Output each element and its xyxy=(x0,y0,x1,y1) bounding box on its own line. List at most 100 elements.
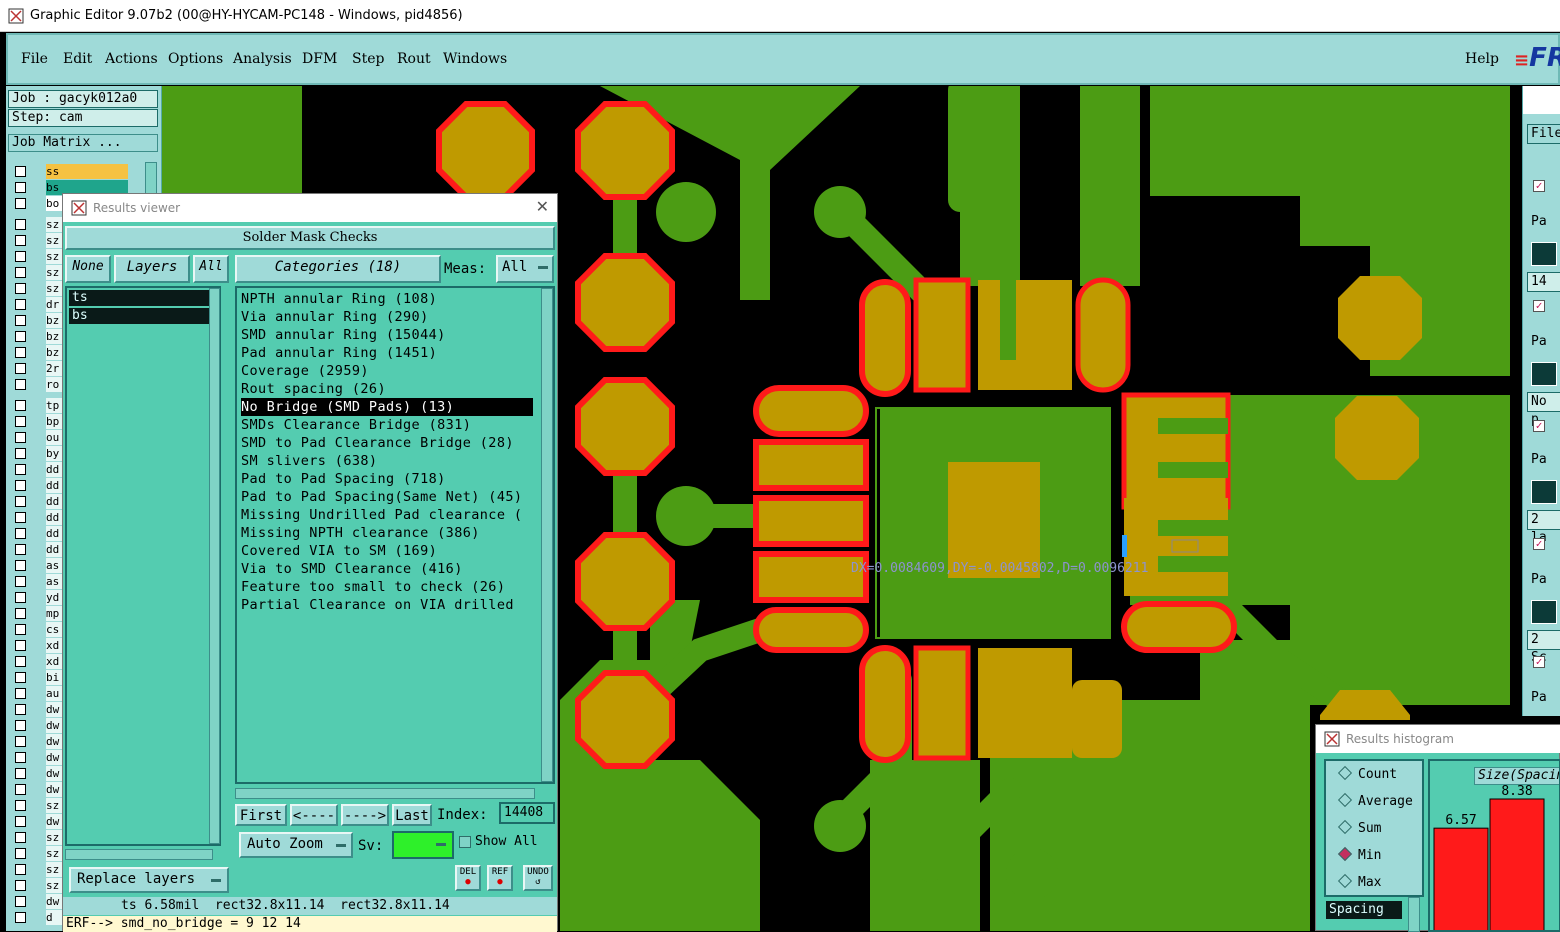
layer-checkbox[interactable] xyxy=(15,784,26,795)
category-item[interactable]: SMD to Pad Clearance Bridge (28) xyxy=(241,434,514,452)
category-item[interactable]: Feature too small to check (26) xyxy=(241,578,505,596)
category-item[interactable]: Via to SMD Clearance (416) xyxy=(241,560,463,578)
category-item[interactable]: SMDs Clearance Bridge (831) xyxy=(241,416,471,434)
menu-rout[interactable]: Rout xyxy=(397,51,431,67)
right-panel-field[interactable]: 14 xyxy=(1527,272,1560,292)
layer-checkbox[interactable] xyxy=(15,800,26,811)
del-button[interactable]: DEL ● xyxy=(455,865,481,891)
layer-checkbox[interactable] xyxy=(15,896,26,907)
menu-analysis[interactable]: Analysis xyxy=(233,51,292,67)
layer-checkbox[interactable] xyxy=(15,219,26,230)
layer-checkbox[interactable] xyxy=(15,816,26,827)
layer-checkbox[interactable] xyxy=(15,299,26,310)
meas-select[interactable]: All xyxy=(496,255,554,283)
layer-checkbox[interactable] xyxy=(15,166,26,177)
none-button[interactable]: None xyxy=(65,255,111,283)
menu-options[interactable]: Options xyxy=(168,51,223,67)
layer-checkbox[interactable] xyxy=(15,251,26,262)
menu-edit[interactable]: Edit xyxy=(63,51,92,67)
category-item[interactable]: Via annular Ring (290) xyxy=(241,308,429,326)
check-icon[interactable]: ✓ xyxy=(1533,420,1545,432)
layer-item-ts[interactable]: ts xyxy=(69,290,209,306)
layer-checkbox[interactable] xyxy=(15,496,26,507)
layer-checkbox[interactable] xyxy=(15,267,26,278)
right-panel-field[interactable]: No p xyxy=(1527,392,1560,427)
close-icon[interactable]: ✕ xyxy=(536,197,549,216)
radio-min[interactable]: Min xyxy=(1337,846,1381,863)
category-item[interactable]: Missing Undrilled Pad clearance ( xyxy=(241,506,522,524)
runner-icon[interactable] xyxy=(1531,362,1557,386)
layer-checkbox[interactable] xyxy=(15,592,26,603)
job-matrix-button[interactable]: Job Matrix ... xyxy=(8,134,158,152)
layer-checkbox[interactable] xyxy=(15,832,26,843)
layer-checkbox[interactable] xyxy=(15,752,26,763)
layer-checkbox[interactable] xyxy=(15,363,26,374)
layer-checkbox[interactable] xyxy=(15,848,26,859)
categories-hscrollbar[interactable] xyxy=(235,788,535,799)
radio-average[interactable]: Average xyxy=(1337,792,1413,809)
histogram-scrollbar[interactable] xyxy=(1408,897,1420,932)
layer-checkbox[interactable] xyxy=(15,182,26,193)
runner-icon[interactable] xyxy=(1531,242,1557,266)
layer-checkbox[interactable] xyxy=(15,656,26,667)
menu-actions[interactable]: Actions xyxy=(105,51,158,67)
layers-button[interactable]: Layers xyxy=(114,255,190,283)
layer-checkbox[interactable] xyxy=(15,544,26,555)
layer-checkbox[interactable] xyxy=(15,416,26,427)
runner-icon[interactable] xyxy=(1531,480,1557,504)
category-item[interactable]: Missing NPTH clearance (386) xyxy=(241,524,480,542)
menu-step[interactable]: Step xyxy=(352,51,384,67)
layers-hscrollbar[interactable] xyxy=(65,849,213,860)
layer-checkbox[interactable] xyxy=(15,432,26,443)
category-item[interactable]: NPTH annular Ring (108) xyxy=(241,290,437,308)
layer-checkbox[interactable] xyxy=(15,235,26,246)
layer-checkbox[interactable] xyxy=(15,480,26,491)
categories-button[interactable]: Categories (18) xyxy=(235,255,441,283)
radio-count[interactable]: Count xyxy=(1337,765,1397,782)
layer-checkbox[interactable] xyxy=(15,448,26,459)
right-file-menu[interactable]: File xyxy=(1527,124,1560,144)
layer-checkbox[interactable] xyxy=(15,704,26,715)
layer-checkbox[interactable] xyxy=(15,672,26,683)
next-button[interactable]: ----> xyxy=(341,804,389,826)
right-panel-field[interactable]: 2 la xyxy=(1527,510,1560,545)
category-item[interactable]: Pad annular Ring (1451) xyxy=(241,344,437,362)
layer-checkbox[interactable] xyxy=(15,688,26,699)
layer-checkbox[interactable] xyxy=(15,331,26,342)
right-panel-field[interactable]: 2 Sc xyxy=(1527,630,1560,665)
layer-row[interactable]: ss xyxy=(12,164,132,180)
category-item[interactable]: Coverage (2959) xyxy=(241,362,369,380)
layer-checkbox[interactable] xyxy=(15,315,26,326)
replace-layers-select[interactable]: Replace layers xyxy=(69,867,229,893)
auto-zoom-select[interactable]: Auto Zoom xyxy=(239,832,353,858)
layer-item-bs[interactable]: bs xyxy=(69,308,209,324)
category-item[interactable]: Covered VIA to SM (169) xyxy=(241,542,437,560)
layer-checkbox[interactable] xyxy=(15,736,26,747)
sv-color-select[interactable] xyxy=(392,831,454,859)
category-item[interactable]: Partial Clearance on VIA drilled xyxy=(241,596,514,614)
layer-checkbox[interactable] xyxy=(15,768,26,779)
last-button[interactable]: Last xyxy=(392,804,432,826)
menu-file[interactable]: File xyxy=(21,51,48,67)
layer-checkbox[interactable] xyxy=(15,528,26,539)
category-item[interactable]: Pad to Pad Spacing (718) xyxy=(241,470,446,488)
categories-scrollbar[interactable] xyxy=(541,288,553,782)
layer-checkbox[interactable] xyxy=(15,864,26,875)
layer-checkbox[interactable] xyxy=(15,608,26,619)
layer-checkbox[interactable] xyxy=(15,347,26,358)
index-input[interactable]: 14408 xyxy=(499,802,555,824)
layer-checkbox[interactable] xyxy=(15,640,26,651)
check-icon[interactable]: ✓ xyxy=(1533,656,1545,668)
layer-checkbox[interactable] xyxy=(15,512,26,523)
layer-checkbox[interactable] xyxy=(15,400,26,411)
layer-checkbox[interactable] xyxy=(15,912,26,923)
menu-help[interactable]: Help xyxy=(1465,51,1499,67)
menu-dfm[interactable]: DFM xyxy=(302,51,337,67)
layer-checkbox[interactable] xyxy=(15,379,26,390)
layer-checkbox[interactable] xyxy=(15,283,26,294)
radio-max[interactable]: Max xyxy=(1337,873,1381,890)
layer-checkbox[interactable] xyxy=(15,560,26,571)
first-button[interactable]: First xyxy=(235,804,287,826)
categories-list[interactable]: NPTH annular Ring (108) Via annular Ring … xyxy=(235,286,555,784)
category-item[interactable]: No Bridge (SMD Pads) (13) xyxy=(241,398,533,416)
